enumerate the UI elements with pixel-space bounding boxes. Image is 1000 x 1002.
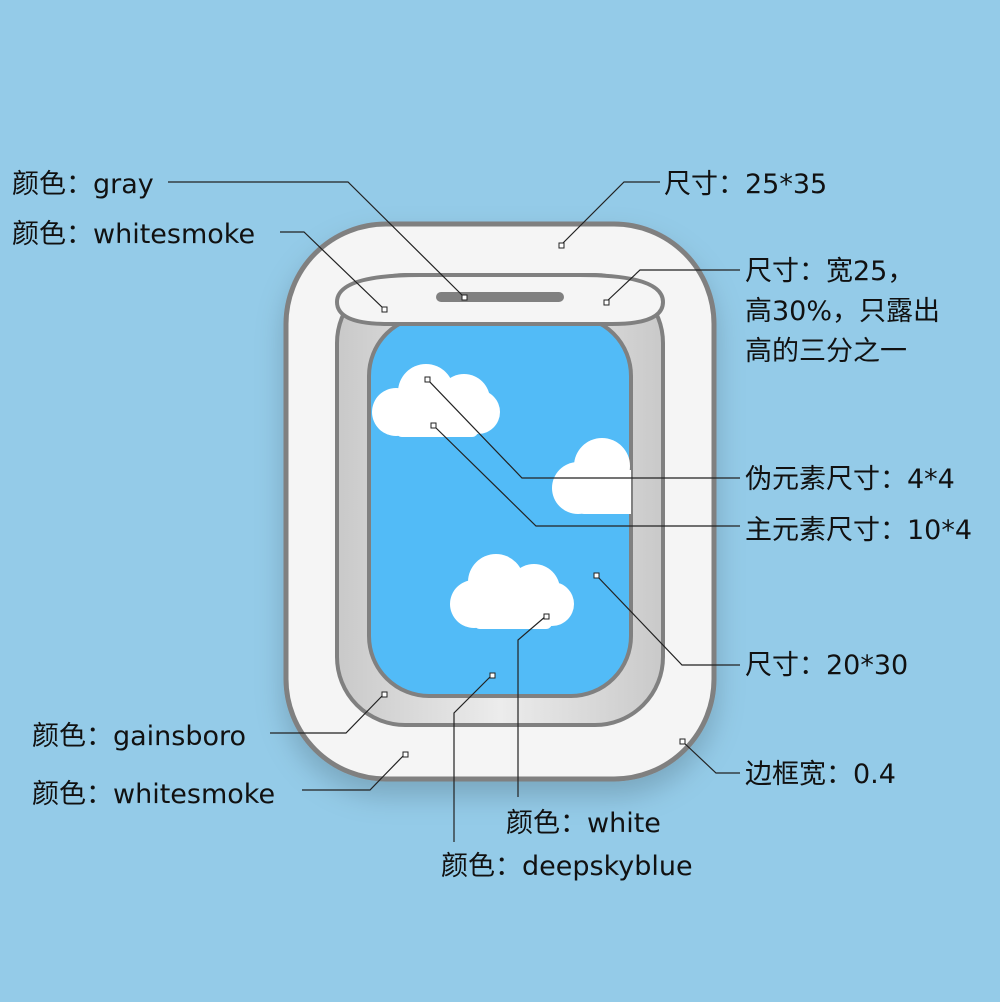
label-shade-color: 颜色：whitesmoke (12, 219, 256, 250)
anchor-inner-frame (381, 691, 388, 698)
anchor-outer-frame (402, 751, 409, 758)
anchor-cloud-bottom (543, 613, 550, 620)
anchor-sky (593, 572, 600, 579)
label-handle-color: 颜色：gray (12, 169, 154, 200)
label-outer-frame-color: 颜色：whitesmoke (32, 779, 276, 810)
label-shade-size: 尺寸：宽25， 高30%，只露出 高的三分之一 (745, 252, 940, 372)
anchor-border (679, 738, 686, 745)
label-main-size: 主元素尺寸：10*4 (745, 515, 973, 546)
label-shade-size-line1: 尺寸：宽25， (745, 256, 915, 287)
label-pseudo-size: 伪元素尺寸：4*4 (745, 464, 955, 495)
sky-pane (367, 314, 633, 698)
label-cloud-color: 颜色：white (506, 808, 661, 839)
label-sky-size: 尺寸：20*30 (745, 650, 909, 681)
label-sky-color: 颜色：deepskyblue (441, 851, 693, 882)
label-inner-frame-color: 颜色：gainsboro (32, 721, 247, 752)
shade-handle[interactable] (436, 292, 564, 302)
label-shade-size-line2: 高30%，只露出 (745, 296, 941, 327)
anchor-cloud-main (430, 422, 437, 429)
anchor-shade-right (603, 299, 610, 306)
label-shade-size-line3: 高的三分之一 (745, 336, 907, 367)
anchor-sky-bottom (489, 672, 496, 679)
anchor-shade (381, 306, 388, 313)
label-window-size: 尺寸：25*35 (664, 169, 828, 200)
label-border-width: 边框宽：0.4 (745, 759, 896, 790)
anchor-outer-top (558, 242, 565, 249)
anchor-handle (461, 294, 468, 301)
anchor-cloud-pseudo (424, 376, 431, 383)
window-shade[interactable] (334, 273, 666, 326)
